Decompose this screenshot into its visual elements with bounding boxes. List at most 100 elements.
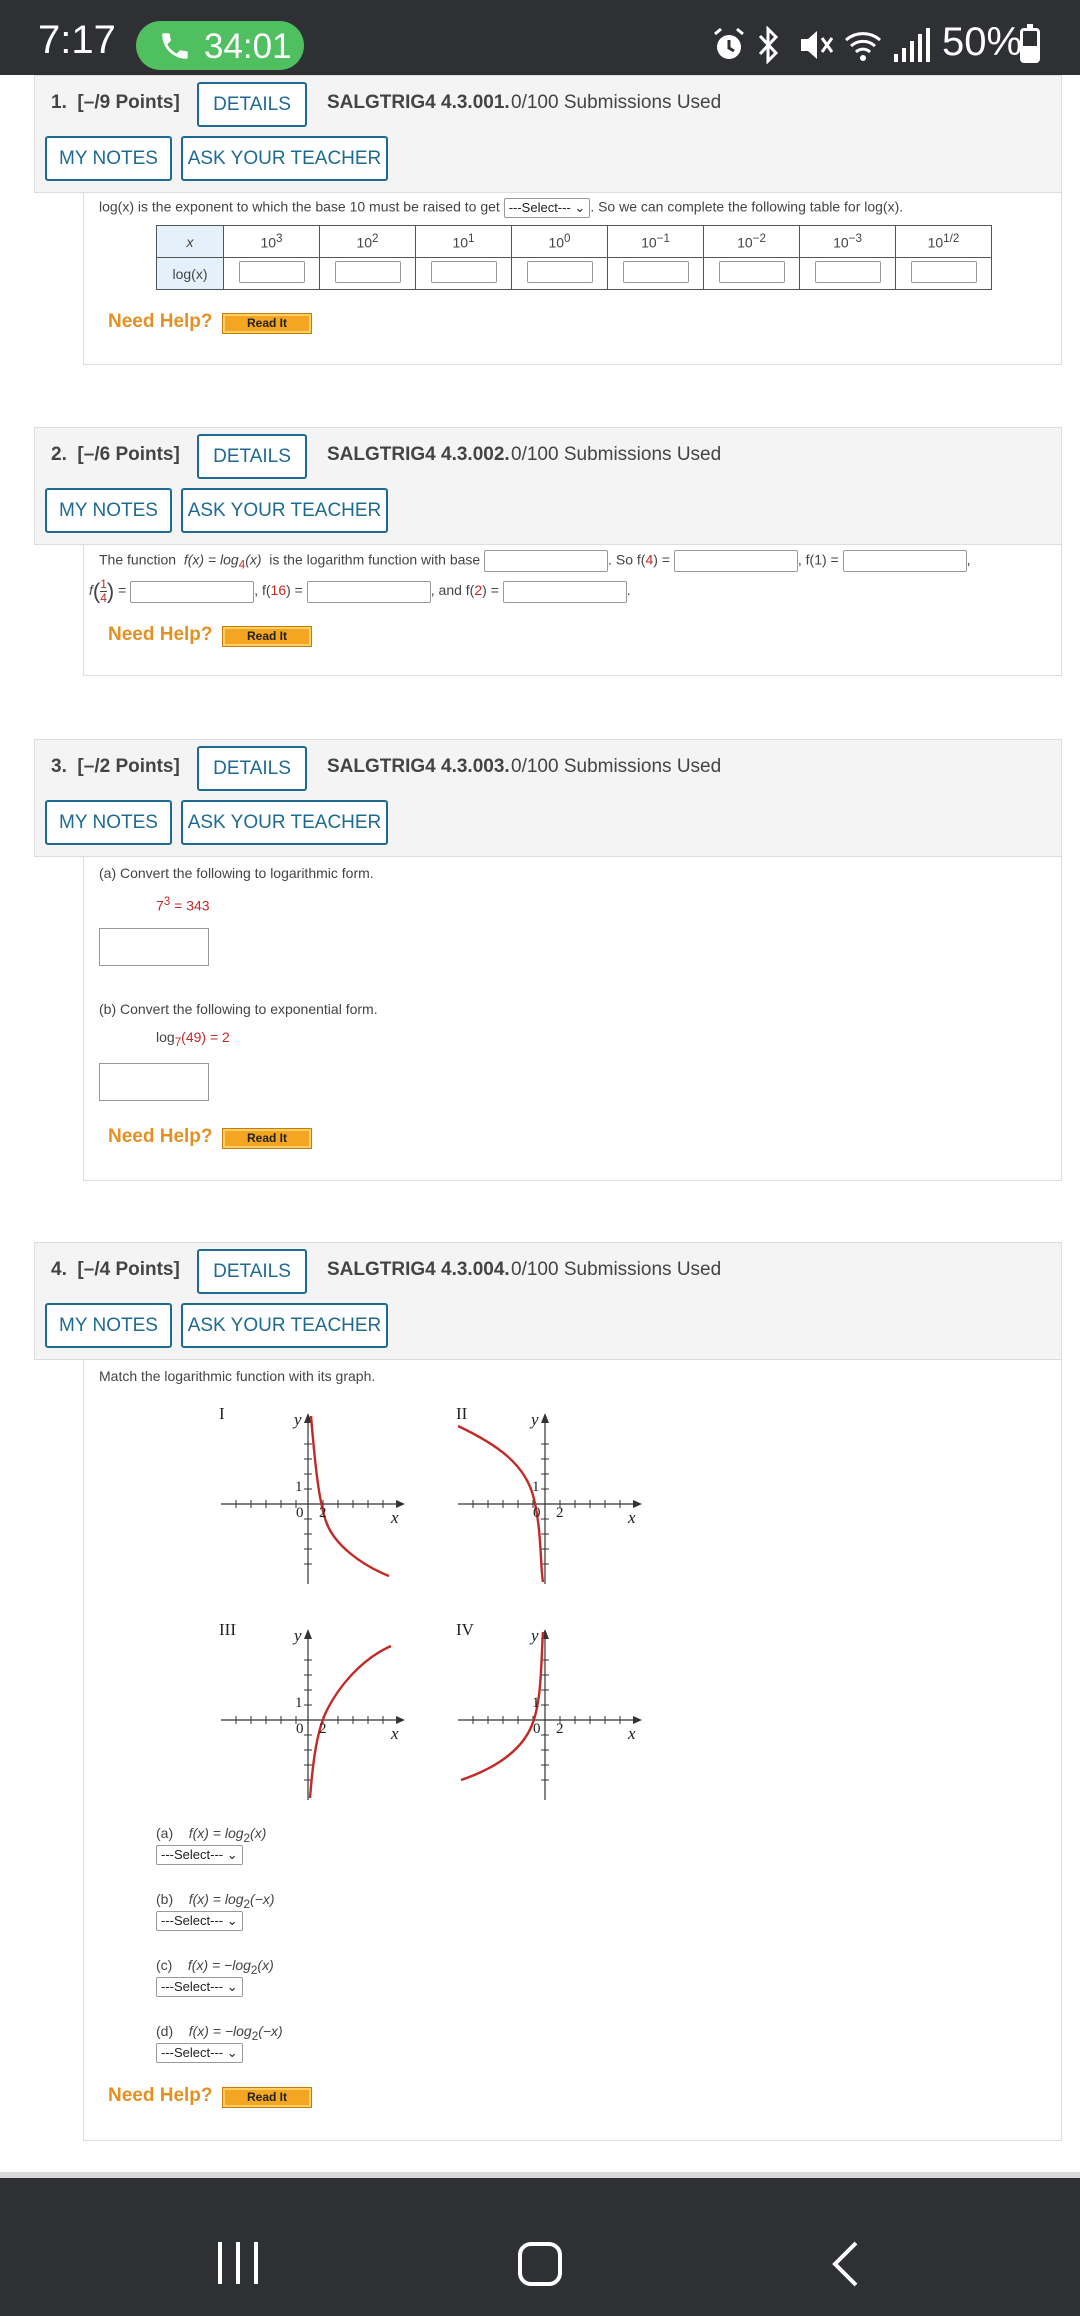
table-x-cell: 101/2 [895, 225, 992, 258]
my-notes-button[interactable]: MY NOTES [45, 1303, 172, 1348]
log-answer-input[interactable] [814, 261, 881, 283]
my-notes-button[interactable]: MY NOTES [45, 136, 172, 181]
details-button[interactable]: DETAILS [197, 82, 307, 127]
submissions-used: 0/100 Submissions Used [511, 1259, 722, 1280]
match-item-a: (a) f(x) = log2(x) ---Select--- ⌄ [156, 1825, 266, 1865]
part-a-answer-input[interactable] [99, 928, 209, 966]
read-it-button[interactable]: Read It [222, 313, 312, 334]
base-input[interactable] [484, 550, 609, 572]
battery-icon [1020, 24, 1040, 63]
part-b-prompt: (b) Convert the following to exponential… [99, 1001, 378, 1017]
submissions-used: 0/100 Submissions Used [511, 756, 722, 777]
log-answer-input[interactable] [334, 261, 401, 283]
log-answer-input[interactable] [238, 261, 305, 283]
details-button[interactable]: DETAILS [197, 746, 307, 791]
need-help-label: Need Help? [108, 2085, 213, 2106]
log-answer-input[interactable] [526, 261, 593, 283]
submissions-used: 0/100 Submissions Used [511, 92, 722, 113]
axis-label-y: y [531, 1626, 539, 1645]
details-button[interactable]: DETAILS [197, 434, 307, 479]
question-1-prompt: log(x) is the exponent to which the base… [99, 198, 903, 218]
table-header-log: log(x) [156, 257, 224, 290]
axis-label-x: x [628, 1724, 636, 1743]
my-notes-button[interactable]: MY NOTES [45, 800, 172, 845]
graph-plot [221, 1413, 405, 1584]
match-select-b[interactable]: ---Select--- ⌄ [156, 1910, 243, 1931]
tick-label-1: 1 [295, 1479, 303, 1495]
exponent-select[interactable]: ---Select--- ⌄ [503, 198, 591, 218]
graph-IV: IV y x 1 0 2 [456, 1620, 666, 1820]
signal-icon [894, 28, 930, 62]
part-b-answer-input[interactable] [99, 1063, 209, 1101]
question-number: 3. [–/2 Points] [51, 756, 180, 777]
tick-label-0: 0 [533, 1505, 541, 1521]
question-number: 4. [–/4 Points] [51, 1259, 180, 1280]
status-bar: 7:17 34:01 50% [0, 0, 1080, 75]
ask-teacher-button[interactable]: ASK YOUR TEACHER [181, 136, 388, 181]
table-x-cell: 102 [319, 225, 416, 258]
tick-label-2: 2 [319, 1505, 327, 1521]
tick-label-2: 2 [319, 1721, 327, 1737]
question-1-header: 1. [–/9 Points] DETAILS SALGTRIG4 4.3.00… [34, 75, 1062, 193]
call-duration: 34:01 [204, 27, 292, 66]
question-code: SALGTRIG4 4.3.003. [327, 756, 510, 777]
my-notes-button[interactable]: MY NOTES [45, 488, 172, 533]
tick-label-1: 1 [295, 1695, 303, 1711]
details-button[interactable]: DETAILS [197, 1249, 307, 1294]
ongoing-call-chip[interactable]: 34:01 [136, 21, 304, 70]
log-answer-input[interactable] [622, 261, 689, 283]
log-table: x 103 102 101 100 10−1 10−2 10−3 101/2 l… [156, 225, 992, 290]
table-x-cell: 101 [415, 225, 512, 258]
read-it-button[interactable]: Read It [222, 626, 312, 647]
tick-label-2: 2 [556, 1721, 564, 1737]
graph-plot [457, 1413, 642, 1584]
axis-label-x: x [628, 1508, 636, 1527]
axis-label-x: x [391, 1724, 399, 1743]
tick-label-2: 2 [556, 1505, 564, 1521]
axis-label-y: y [531, 1410, 539, 1429]
read-it-button[interactable]: Read It [222, 2087, 312, 2108]
table-x-cell: 10−1 [607, 225, 704, 258]
log-answer-input[interactable] [430, 261, 497, 283]
graph-II: II y x 1 0 2 [456, 1404, 666, 1604]
question-number: 1. [–/9 Points] [51, 92, 180, 113]
match-select-a[interactable]: ---Select--- ⌄ [156, 1844, 243, 1865]
tick-label-0: 0 [533, 1721, 541, 1737]
part-a-prompt: (a) Convert the following to logarithmic… [99, 865, 374, 881]
tick-label-1: 1 [532, 1479, 540, 1495]
table-x-cell: 100 [511, 225, 608, 258]
match-item-d: (d) f(x) = −log2(−x) ---Select--- ⌄ [156, 2023, 283, 2063]
phone-icon [162, 33, 188, 59]
axis-label-y: y [294, 1626, 302, 1645]
f2-input[interactable] [502, 580, 627, 603]
log-answer-input[interactable] [910, 261, 977, 283]
question-code: SALGTRIG4 4.3.004. [327, 1259, 510, 1280]
f1-input[interactable] [842, 550, 967, 572]
log-answer-input[interactable] [718, 261, 785, 283]
tick-label-0: 0 [296, 1721, 304, 1737]
fraction: 14 [100, 577, 107, 605]
match-select-c[interactable]: ---Select--- ⌄ [156, 1976, 243, 1997]
tick-label-1: 1 [532, 1695, 540, 1711]
f4-input[interactable] [673, 550, 798, 572]
question-code: SALGTRIG4 4.3.002. [327, 444, 510, 465]
table-x-cell: 10−2 [703, 225, 800, 258]
system-nav-bar [0, 2172, 1080, 2316]
need-help-label: Need Help? [108, 1126, 213, 1147]
submissions-used: 0/100 Submissions Used [511, 444, 722, 465]
recent-apps-button[interactable] [216, 2242, 260, 2286]
question-1-body: log(x) is the exponent to which the base… [83, 193, 1062, 365]
battery-percent: 50% [942, 20, 1023, 64]
ask-teacher-button[interactable]: ASK YOUR TEACHER [181, 800, 388, 845]
read-it-button[interactable]: Read It [222, 1128, 312, 1149]
question-2-line-1: The function f(x) = log4(x) is the logar… [99, 550, 971, 572]
home-button[interactable] [518, 2242, 562, 2286]
match-item-c: (c) f(x) = −log2(x) ---Select--- ⌄ [156, 1957, 274, 1997]
f-quarter-input[interactable] [130, 580, 255, 603]
back-button[interactable] [830, 2240, 860, 2288]
f16-input[interactable] [306, 580, 431, 603]
ask-teacher-button[interactable]: ASK YOUR TEACHER [181, 488, 388, 533]
match-select-d[interactable]: ---Select--- ⌄ [156, 2042, 243, 2063]
ask-teacher-button[interactable]: ASK YOUR TEACHER [181, 1303, 388, 1348]
table-x-cell: 103 [223, 225, 320, 258]
